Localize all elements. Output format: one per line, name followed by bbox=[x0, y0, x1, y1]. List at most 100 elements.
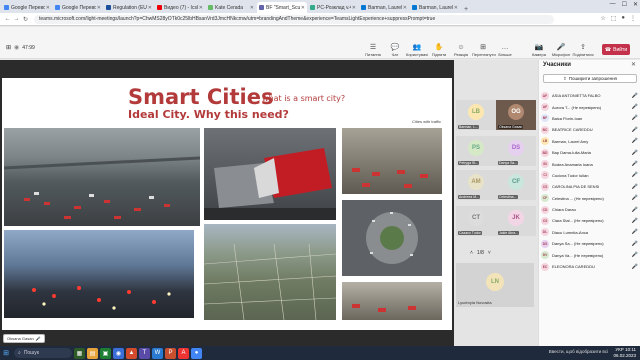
extensions-icon[interactable]: ⬚ bbox=[611, 15, 617, 22]
word-icon[interactable]: W bbox=[152, 347, 163, 359]
browser-tab[interactable]: Regulation (EU) 20✕ bbox=[104, 2, 154, 13]
avatar: BC bbox=[541, 125, 549, 134]
browser-icon[interactable]: ◉ bbox=[113, 347, 124, 359]
participant-row[interactable]: DS Danya Sa... (Не перевірено) 🎤 bbox=[541, 238, 639, 249]
powerpoint-icon[interactable]: P bbox=[165, 347, 176, 359]
participant-row[interactable]: CI Cucicna Tudor Iulian 🎤 bbox=[541, 170, 639, 181]
avatar: EC bbox=[541, 262, 549, 271]
browser-tab[interactable]: Barman, Laurel - Асу✕ bbox=[410, 2, 460, 13]
participant-row[interactable]: LB Barman, Laurel Amy 🎤 bbox=[541, 136, 639, 147]
mic-off-icon: 🎤 bbox=[631, 217, 639, 224]
tab-label: Barman, Laurel - Асу bbox=[419, 4, 453, 11]
invite-button[interactable]: ⇪ Поширити запрошення bbox=[543, 74, 637, 83]
browser-tab[interactable]: Видео (7) - IcsIma✕ bbox=[155, 2, 205, 13]
tab-close-icon[interactable]: ✕ bbox=[148, 5, 152, 11]
react-button[interactable]: ☺ Реакція bbox=[450, 44, 472, 57]
participant-row[interactable]: AF Aurora T... (Не перевірено) 🎤 bbox=[541, 101, 639, 112]
participant-tile[interactable]: JK Jakie Abra... bbox=[496, 206, 536, 236]
share-button[interactable]: ⇪ Поділитися bbox=[572, 44, 594, 57]
grid-icon[interactable]: ⊞ bbox=[6, 44, 11, 51]
participant-tile[interactable]: CT Cazacu Tudor bbox=[456, 206, 496, 236]
chat-icon: 💬 bbox=[390, 44, 400, 51]
car-crash-photo bbox=[204, 128, 336, 220]
participant-tile[interactable]: OG Oksana Gasan bbox=[496, 100, 536, 130]
tab-close-icon[interactable]: ✕ bbox=[454, 5, 458, 11]
chevron-up-icon[interactable]: ˄ bbox=[470, 250, 473, 256]
close-icon[interactable]: ✕ bbox=[633, 1, 638, 8]
people-button[interactable]: 👥 Користувачі bbox=[406, 44, 428, 57]
browser-tab[interactable]: Kate Cerada ✕ bbox=[206, 2, 256, 13]
system-tray[interactable]: УКР 10:11 06.02.2023 bbox=[613, 347, 636, 359]
view-button[interactable]: ⊞ Переглянути bbox=[472, 44, 496, 57]
reload-icon[interactable]: ↻ bbox=[21, 16, 30, 23]
tab-label: Видео (7) - IcsIma bbox=[164, 4, 198, 11]
tab-close-icon[interactable]: ✕ bbox=[403, 5, 407, 11]
participant-row[interactable]: CF Celestina ... (Не перевірено) 🎤 bbox=[541, 193, 639, 204]
participant-row[interactable]: BD Bap Dama-Iulia-Maria 🎤 bbox=[541, 147, 639, 158]
pdf-icon[interactable]: A bbox=[178, 347, 189, 359]
tab-close-icon[interactable]: ✕ bbox=[250, 5, 254, 11]
street-traffic-photo bbox=[342, 282, 442, 320]
participant-row[interactable]: BC BEATRICE CAREDDU 🎤 bbox=[541, 124, 639, 135]
menu-icon[interactable]: ⋮ bbox=[630, 15, 636, 22]
avatar: BF bbox=[541, 114, 549, 123]
participant-row[interactable]: BI Bodea Anamaria Ioana 🎤 bbox=[541, 158, 639, 169]
browser-tab[interactable]: Google Переводчи✕ bbox=[2, 2, 52, 13]
tab-close-icon[interactable]: ✕ bbox=[352, 5, 356, 11]
taskbar-search[interactable]: ⌕ Пошук bbox=[14, 348, 72, 358]
aerial-city-drawing bbox=[204, 243, 336, 320]
teams-icon[interactable]: T bbox=[139, 347, 150, 359]
leave-button[interactable]: ☎ Вийти bbox=[602, 44, 630, 55]
app-icon[interactable]: ▲ bbox=[126, 347, 137, 359]
windows-start-icon[interactable]: ⊞ bbox=[0, 349, 12, 357]
participant-tile[interactable]: CF Celestina... bbox=[496, 170, 536, 200]
raise-hand-button[interactable]: ✋ Підняти bbox=[428, 44, 450, 57]
more-button[interactable]: … Більше bbox=[494, 44, 516, 57]
participant-tile-large[interactable]: LN Lyudmyla Novosita bbox=[456, 263, 534, 307]
participant-row[interactable]: DL Diacu Lumnita-Anca 🎤 bbox=[541, 227, 639, 238]
chevron-down-icon[interactable]: ˅ bbox=[488, 250, 491, 256]
participant-tile[interactable]: PS Petryga St... bbox=[456, 136, 496, 166]
avatar: CD bbox=[541, 205, 549, 214]
browser-tab[interactable]: Barman, Laurel - Пр✕ bbox=[359, 2, 409, 13]
participant-tile[interactable]: AM Andreea M... bbox=[456, 170, 496, 200]
chat-button[interactable]: 💬 Чат bbox=[384, 44, 406, 57]
file-explorer-icon[interactable]: ▤ bbox=[87, 347, 98, 359]
browser-tab[interactable]: ВF "Smart_Scuo ✕ bbox=[257, 2, 307, 13]
participant-row[interactable]: EC ELEONORA CAREDDU 🎤 bbox=[541, 261, 639, 272]
tab-close-icon[interactable]: ✕ bbox=[199, 5, 203, 11]
profile-icon[interactable]: ● bbox=[621, 15, 625, 22]
participant-row[interactable]: DV Danya Va... (Не перевірено) 🎤 bbox=[541, 249, 639, 260]
star-icon[interactable]: ☆ bbox=[600, 15, 605, 22]
minimize-icon[interactable]: — bbox=[610, 1, 616, 8]
close-icon[interactable]: ✕ bbox=[631, 61, 636, 68]
participant-row[interactable]: CD Chiara Darau 🎤 bbox=[541, 204, 639, 215]
mic-button[interactable]: 🎤 Мікрофон bbox=[550, 44, 572, 57]
participant-row[interactable]: AF ASIA ANTONIETTA FALBO 🎤 bbox=[541, 90, 639, 101]
questions-button[interactable]: ☰ Питання bbox=[362, 44, 384, 57]
os-taskbar: ⊞ ⌕ Пошук ▦ ▤ ▣ ◉ ▲ T W P A ● Ввести, що… bbox=[0, 346, 640, 360]
participant-tile[interactable]: LB Barman, L... bbox=[456, 100, 496, 130]
avatar: CS bbox=[541, 182, 549, 191]
new-tab-icon[interactable]: + bbox=[464, 6, 468, 13]
chrome-icon[interactable]: ● bbox=[191, 347, 202, 359]
participant-tile[interactable]: DS Danya Sa... bbox=[496, 136, 536, 166]
camera-button[interactable]: 📷 Камера bbox=[528, 44, 550, 57]
tab-close-icon[interactable]: ✕ bbox=[301, 5, 305, 11]
app-icon[interactable]: ▣ bbox=[100, 347, 111, 359]
participant-row[interactable]: BF Baica Florin-Ioan 🎤 bbox=[541, 113, 639, 124]
url-input[interactable]: teams.microsoft.com/light-meetings/launc… bbox=[34, 14, 554, 24]
participant-row[interactable]: CS Ciara Stal... (Не перевірено) 🎤 bbox=[541, 215, 639, 226]
tab-close-icon[interactable]: ✕ bbox=[46, 5, 50, 11]
slide-subtitle: what is a smart city? bbox=[262, 94, 346, 103]
participant-name: Jakie Abra... bbox=[498, 231, 520, 235]
back-icon[interactable]: ← bbox=[3, 16, 12, 22]
tab-close-icon[interactable]: ✕ bbox=[97, 5, 101, 11]
browser-tab[interactable]: Google Переводчи✕ bbox=[53, 2, 103, 13]
maximize-icon[interactable]: ☐ bbox=[622, 1, 627, 8]
task-view-icon[interactable]: ▦ bbox=[74, 347, 85, 359]
forward-icon[interactable]: → bbox=[12, 16, 21, 22]
browser-tab[interactable]: PC-Розклад v.4.0✕ bbox=[308, 2, 358, 13]
avatar: BD bbox=[541, 148, 549, 157]
participant-row[interactable]: CS CAROLINA PIA DE SENSI 🎤 bbox=[541, 181, 639, 192]
